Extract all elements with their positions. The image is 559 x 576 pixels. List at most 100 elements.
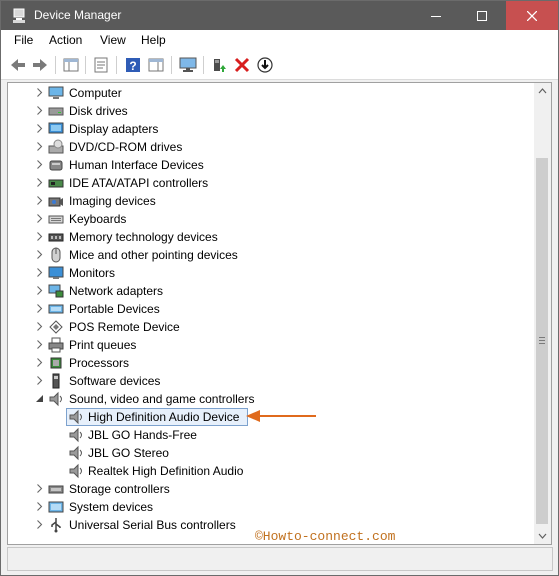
toolbar-separator — [55, 56, 56, 74]
uninstall-device-button[interactable] — [232, 55, 252, 75]
tree-category[interactable]: Keyboards — [8, 210, 528, 228]
tree-category[interactable]: Monitors — [8, 264, 528, 282]
chevron-down-icon[interactable] — [35, 394, 44, 403]
chevron-right-icon[interactable] — [35, 304, 44, 313]
tree-category[interactable]: Print queues — [8, 336, 528, 354]
tree-category-label: Mice and other pointing devices — [69, 248, 238, 262]
tree-category[interactable]: DVD/CD-ROM drives — [8, 138, 528, 156]
scroll-up-button[interactable] — [534, 83, 551, 100]
system-device-icon — [48, 501, 64, 513]
chevron-right-icon[interactable] — [35, 502, 44, 511]
tree-category[interactable]: IDE ATA/ATAPI controllers — [8, 174, 528, 192]
chevron-right-icon[interactable] — [35, 124, 44, 133]
tree-category-label: Portable Devices — [69, 302, 160, 316]
tree-category[interactable]: Display adapters — [8, 120, 528, 138]
tree-category-label: Processors — [69, 356, 130, 370]
tree-category-label: Sound, video and game controllers — [69, 392, 255, 406]
menu-bar: File Action View Help — [1, 30, 558, 51]
device-tree[interactable]: Computer Disk drives Display adapters DVD/C… — [7, 82, 536, 545]
camera-icon — [48, 197, 63, 207]
chevron-right-icon[interactable] — [35, 196, 44, 205]
display-adapter-icon — [48, 122, 64, 134]
tree-category-label: Memory technology devices — [69, 230, 218, 244]
disable-device-button[interactable] — [255, 55, 275, 75]
chevron-right-icon[interactable] — [35, 160, 44, 169]
chevron-right-icon[interactable] — [35, 322, 44, 331]
back-arrow-icon — [11, 59, 25, 71]
toolbar-separator — [171, 56, 172, 74]
tree-category-label: Print queues — [69, 338, 137, 352]
chevron-right-icon[interactable] — [35, 268, 44, 277]
chevron-right-icon[interactable] — [35, 340, 44, 349]
chevron-right-icon[interactable] — [35, 214, 44, 223]
chevron-right-icon[interactable] — [35, 178, 44, 187]
tree-device[interactable]: Realtek High Definition Audio — [8, 462, 528, 480]
tree-category[interactable]: System devices — [8, 498, 528, 516]
help-button[interactable]: ? — [123, 55, 143, 75]
device-manager-window: Device Manager File Action View Help ? C… — [0, 0, 559, 576]
tree-device[interactable]: JBL GO Stereo — [8, 444, 528, 462]
tree-category-label: Storage controllers — [69, 482, 170, 496]
tree-category[interactable]: Network adapters — [8, 282, 528, 300]
chevron-right-icon[interactable] — [35, 88, 44, 97]
chevron-right-icon[interactable] — [35, 520, 44, 529]
tree-category[interactable]: Computer — [8, 84, 528, 102]
scroll-down-button[interactable] — [534, 527, 551, 544]
tree-device-label: JBL GO Stereo — [88, 446, 169, 460]
menu-view[interactable]: View — [100, 33, 126, 47]
tree-category[interactable]: Memory technology devices — [8, 228, 528, 246]
tree-device[interactable]: JBL GO Hands-Free — [8, 426, 528, 444]
forward-button[interactable] — [30, 55, 50, 75]
maximize-icon — [477, 10, 487, 21]
device-manager-icon — [13, 8, 25, 23]
mouse-icon — [51, 247, 61, 263]
update-driver-button[interactable] — [209, 55, 229, 75]
maximize-button[interactable] — [459, 1, 505, 30]
chevron-right-icon[interactable] — [35, 142, 44, 151]
ide-controller-icon — [48, 179, 64, 188]
menu-help[interactable]: Help — [141, 33, 166, 47]
tree-category[interactable]: Human Interface Devices — [8, 156, 528, 174]
scan-hardware-changes-button[interactable] — [178, 55, 198, 75]
toolbar-separator — [85, 56, 86, 74]
menu-action[interactable]: Action — [49, 33, 82, 47]
tree-category[interactable]: Processors — [8, 354, 528, 372]
tree-category[interactable]: Software devices — [8, 372, 528, 390]
chevron-right-icon[interactable] — [35, 286, 44, 295]
chevron-right-icon[interactable] — [35, 250, 44, 259]
hid-icon — [49, 160, 63, 171]
chevron-right-icon[interactable] — [35, 376, 44, 385]
action-pane-button[interactable] — [146, 55, 166, 75]
chevron-right-icon[interactable] — [35, 106, 44, 115]
back-button[interactable] — [8, 55, 28, 75]
properties-button[interactable] — [91, 55, 111, 75]
tree-category-label: Display adapters — [69, 122, 159, 136]
chevron-right-icon[interactable] — [35, 232, 44, 241]
vertical-scrollbar[interactable] — [534, 82, 552, 545]
minimize-button[interactable] — [413, 1, 459, 30]
tree-category[interactable]: Storage controllers — [8, 480, 528, 498]
tree-category-label: Human Interface Devices — [69, 158, 204, 172]
menu-file[interactable]: File — [14, 33, 33, 47]
chevron-right-icon[interactable] — [35, 358, 44, 367]
tree-category[interactable]: Imaging devices — [8, 192, 528, 210]
tree-category[interactable]: Portable Devices — [8, 300, 528, 318]
scroll-thumb[interactable] — [536, 158, 548, 524]
speaker-icon — [69, 445, 82, 461]
close-button[interactable] — [506, 1, 558, 30]
tree-category[interactable]: Mice and other pointing devices — [8, 246, 528, 264]
help-icon: ? — [126, 58, 140, 73]
tree-category[interactable]: Sound, video and game controllers — [8, 390, 528, 408]
tree-category-label: DVD/CD-ROM drives — [69, 140, 183, 154]
chevron-right-icon[interactable] — [35, 484, 44, 493]
usb-icon — [51, 518, 61, 533]
tree-category[interactable]: Disk drives — [8, 102, 528, 120]
title-bar[interactable]: Device Manager — [1, 1, 558, 30]
show-hide-console-tree-button[interactable] — [61, 55, 81, 75]
minimize-icon — [431, 15, 441, 17]
action-pane-icon — [148, 58, 164, 72]
tree-category-label: IDE ATA/ATAPI controllers — [69, 176, 209, 190]
tree-category[interactable]: POS Remote Device — [8, 318, 528, 336]
tree-category-label: Imaging devices — [69, 194, 156, 208]
toolbar: ? — [1, 51, 558, 80]
